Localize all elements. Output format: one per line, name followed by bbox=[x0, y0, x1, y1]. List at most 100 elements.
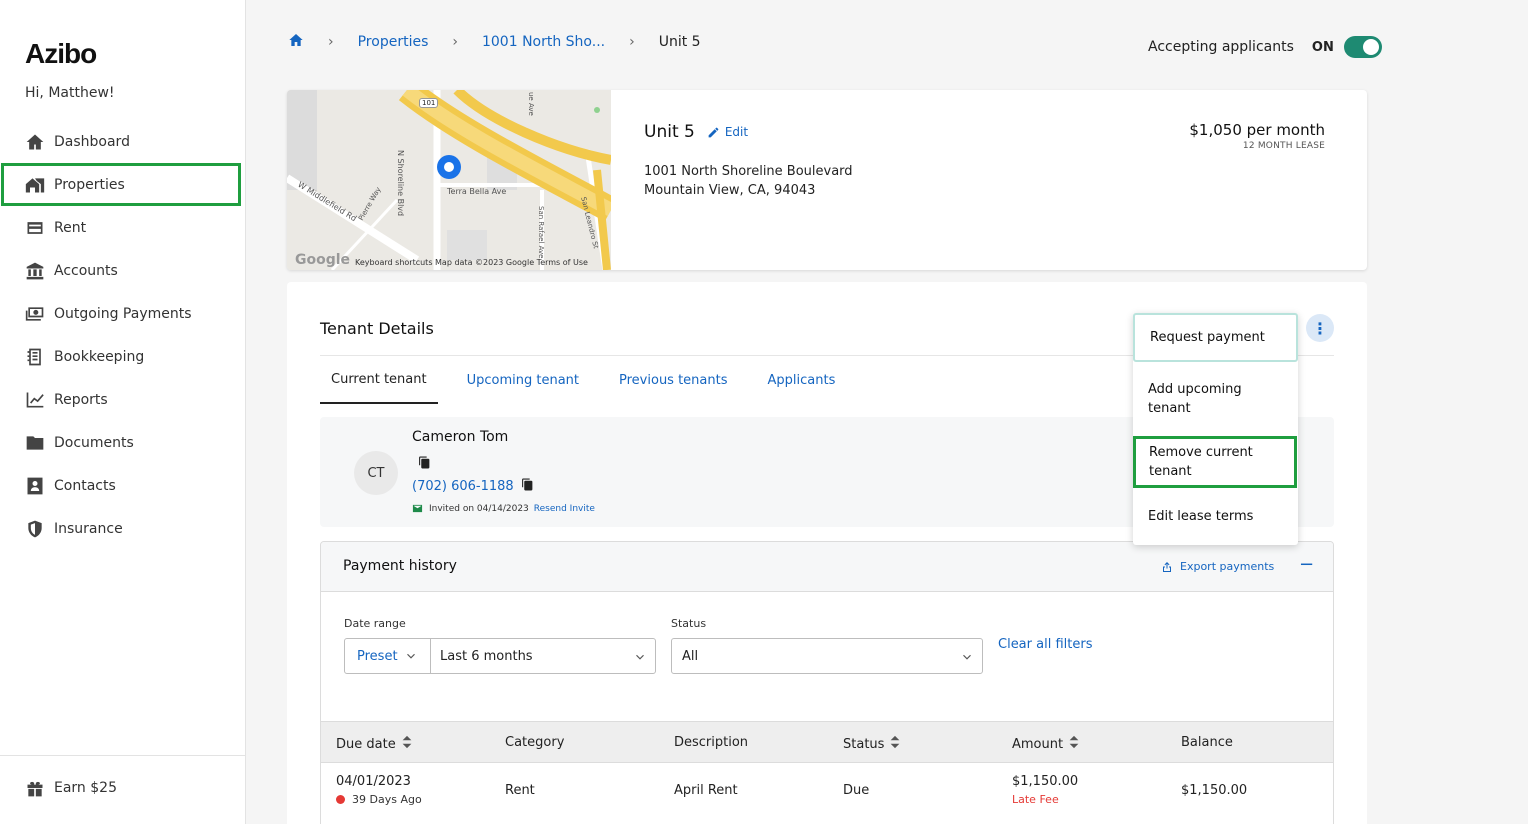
col-due-date[interactable]: Due date bbox=[336, 735, 413, 753]
phone-link[interactable]: (702) 606-1188 bbox=[412, 479, 514, 494]
chevron-right-icon: › bbox=[328, 34, 334, 50]
chevron-down-icon bbox=[633, 650, 647, 668]
sidebar-item-label: Insurance bbox=[54, 520, 123, 537]
home-icon[interactable] bbox=[288, 32, 304, 52]
sidebar-item-label: Bookkeeping bbox=[54, 348, 145, 365]
sidebar-item-bookkeeping[interactable]: Bookkeeping bbox=[0, 335, 245, 378]
col-label: Amount bbox=[1012, 736, 1064, 752]
row-status: Due bbox=[843, 783, 870, 798]
col-status[interactable]: Status bbox=[843, 735, 901, 753]
tenant-phone: (702) 606-1188 bbox=[412, 478, 534, 495]
status-value: All bbox=[682, 648, 699, 664]
home-icon bbox=[25, 132, 45, 152]
tab-applicants[interactable]: Applicants bbox=[757, 356, 847, 404]
resend-invite-link[interactable]: Resend Invite bbox=[534, 504, 595, 514]
toggle-state: ON bbox=[1311, 39, 1334, 55]
property-map[interactable]: 101 N Shoreline Blvd Terra Bella Ave W M… bbox=[287, 90, 611, 270]
sort-icon bbox=[1063, 735, 1080, 753]
payment-history-title: Payment history bbox=[343, 558, 457, 574]
sidebar-item-label: Outgoing Payments bbox=[54, 305, 192, 322]
accepting-applicants: Accepting applicants ON bbox=[1148, 36, 1382, 58]
sidebar-item-earn[interactable]: Earn $25 bbox=[0, 766, 245, 809]
col-label: Status bbox=[843, 736, 885, 752]
tenant-actions-menu: Request payment Add upcoming tenant Remo… bbox=[1133, 313, 1298, 545]
map-label-terra-bella: Terra Bella Ave bbox=[447, 187, 507, 196]
menu-edit-lease-terms[interactable]: Edit lease terms bbox=[1133, 488, 1298, 545]
google-logo: Google bbox=[295, 252, 351, 268]
unit-name: Unit 5 bbox=[644, 122, 695, 142]
sidebar-nav: Dashboard Properties Rent Accounts Outgo… bbox=[0, 120, 245, 550]
breadcrumb: › Properties › 1001 North Sho... › Unit … bbox=[288, 32, 701, 52]
mail-icon bbox=[412, 504, 423, 513]
tab-current-tenant[interactable]: Current tenant bbox=[320, 356, 438, 404]
map-label-shoreline: N Shoreline Blvd bbox=[396, 150, 405, 217]
sidebar-item-documents[interactable]: Documents bbox=[0, 421, 245, 464]
sidebar-bottom: Earn $25 bbox=[0, 755, 245, 809]
unit-address: 1001 North Shoreline Boulevard Mountain … bbox=[644, 162, 853, 200]
sidebar-item-contacts[interactable]: Contacts bbox=[0, 464, 245, 507]
breadcrumb-current: Unit 5 bbox=[658, 34, 701, 50]
menu-add-upcoming-tenant[interactable]: Add upcoming tenant bbox=[1133, 362, 1298, 436]
tab-upcoming-tenant[interactable]: Upcoming tenant bbox=[456, 356, 590, 404]
unit-card: 101 N Shoreline Blvd Terra Bella Ave W M… bbox=[287, 90, 1367, 270]
sidebar-item-insurance[interactable]: Insurance bbox=[0, 507, 245, 550]
more-options-button[interactable]: ⋮ bbox=[1306, 314, 1334, 342]
copy-icon[interactable] bbox=[521, 478, 534, 495]
status-select[interactable]: All bbox=[671, 638, 983, 674]
sidebar-item-rent[interactable]: Rent bbox=[0, 206, 245, 249]
map-label-highway: 101 bbox=[419, 98, 439, 108]
breadcrumb-property[interactable]: 1001 North Sho... bbox=[482, 34, 605, 50]
sidebar-item-dashboard[interactable]: Dashboard bbox=[0, 120, 245, 163]
chart-icon bbox=[25, 390, 45, 410]
unit-price: $1,050 per month 12 MONTH LEASE bbox=[1189, 121, 1325, 151]
menu-remove-current-tenant[interactable]: Remove current tenant bbox=[1133, 436, 1297, 488]
chevron-right-icon: › bbox=[452, 34, 458, 50]
col-category: Category bbox=[505, 735, 564, 750]
shield-icon bbox=[25, 519, 45, 539]
accepting-toggle[interactable] bbox=[1343, 36, 1382, 58]
gift-icon bbox=[25, 778, 45, 798]
breadcrumb-properties[interactable]: Properties bbox=[358, 34, 429, 50]
cash-icon bbox=[25, 304, 45, 324]
sidebar-item-outgoing-payments[interactable]: Outgoing Payments bbox=[0, 292, 245, 335]
row-description: April Rent bbox=[674, 783, 738, 798]
copy-icon[interactable] bbox=[418, 454, 431, 473]
wallet-icon bbox=[25, 218, 45, 238]
tab-previous-tenants[interactable]: Previous tenants bbox=[608, 356, 738, 404]
sort-icon bbox=[396, 735, 413, 753]
map-graphic bbox=[287, 90, 611, 270]
preset-select[interactable]: Preset bbox=[345, 649, 398, 664]
invited-date: Invited on 04/14/2023 bbox=[429, 503, 529, 514]
due-note-text: 39 Days Ago bbox=[352, 793, 422, 806]
select-divider bbox=[430, 639, 431, 673]
main-content: › Properties › 1001 North Sho... › Unit … bbox=[246, 0, 1528, 824]
sidebar-item-label: Documents bbox=[54, 434, 134, 451]
tenant-details-title: Tenant Details bbox=[320, 319, 434, 338]
edit-unit-button[interactable]: Edit bbox=[707, 125, 748, 139]
pencil-icon bbox=[708, 127, 719, 137]
col-balance: Balance bbox=[1181, 735, 1233, 750]
menu-request-payment[interactable]: Request payment bbox=[1133, 313, 1298, 362]
clear-filters-link[interactable]: Clear all filters bbox=[998, 637, 1092, 652]
amount-value: $1,150.00 bbox=[1012, 774, 1079, 789]
sort-icon bbox=[884, 735, 901, 753]
sidebar-item-accounts[interactable]: Accounts bbox=[0, 249, 245, 292]
azibo-logo[interactable]: Azibo bbox=[25, 38, 97, 70]
sidebar-item-label: Properties bbox=[54, 176, 125, 193]
sidebar-item-label: Accounts bbox=[54, 262, 118, 279]
sidebar-item-label: Rent bbox=[54, 219, 87, 236]
col-amount[interactable]: Amount bbox=[1012, 735, 1080, 753]
export-payments-button[interactable]: Export payments bbox=[1161, 560, 1274, 573]
col-label: Category bbox=[505, 735, 565, 750]
collapse-icon[interactable]: − bbox=[1299, 554, 1314, 575]
date-range-select[interactable]: Preset Last 6 months bbox=[344, 638, 656, 674]
row-balance: $1,150.00 bbox=[1181, 783, 1248, 798]
late-fee-note: Late Fee bbox=[1012, 793, 1059, 806]
folder-icon bbox=[25, 433, 45, 453]
payment-history-header: Payment history Export payments − bbox=[321, 542, 1333, 592]
sidebar-item-properties[interactable]: Properties bbox=[1, 163, 241, 206]
sidebar-item-reports[interactable]: Reports bbox=[0, 378, 245, 421]
overdue-dot bbox=[336, 795, 345, 804]
map-attribution: Keyboard shortcuts Map data ©2023 Google… bbox=[355, 258, 588, 267]
col-description: Description bbox=[674, 735, 748, 750]
